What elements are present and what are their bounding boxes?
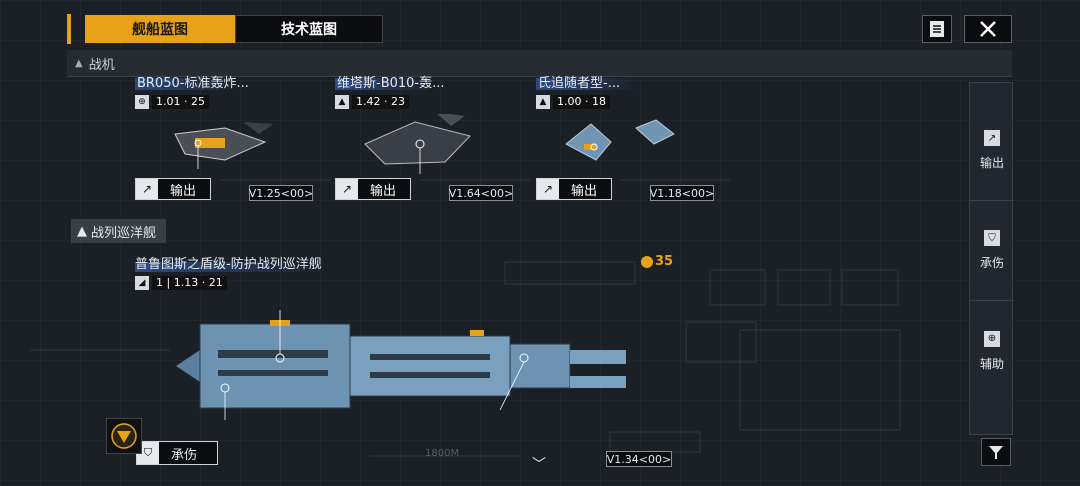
battlecruiser-name: 普鲁图斯之盾级-防护战列巡洋舰 — [135, 257, 322, 272]
version-sub: 23 — [391, 95, 405, 108]
version-row: ▲ 1.42 · 23 — [335, 94, 409, 110]
close-icon — [980, 21, 996, 37]
role-filter-panel: ↗ 输出 ⛉ 承伤 ⊕ 辅助 — [969, 82, 1014, 435]
shield-icon: ⛉ — [984, 230, 1000, 246]
blueprint-count: 35 — [641, 254, 673, 269]
arrow-diagonal-icon: ↗ — [537, 179, 559, 199]
role-label: 输出 — [571, 183, 598, 199]
fighter-name: 氏追随者型-... — [538, 76, 621, 91]
support-icon: ⊕ — [984, 330, 1000, 347]
tab-tech-blueprint[interactable]: 技术蓝图 — [235, 15, 383, 43]
fighter-class-icon: ▲ — [335, 95, 349, 109]
quick-action-button[interactable] — [106, 418, 142, 454]
section-title-fighters: 战机 — [88, 57, 115, 73]
role-button-output[interactable]: ↗ 输出 — [335, 178, 411, 200]
count-value: 35 — [655, 254, 674, 269]
fighter-card[interactable]: 维塔斯-B010-轰... ▲ 1.42 · 23 ↗ 输出 V1.64<00> — [335, 72, 515, 206]
version-prefix: 1 — [156, 276, 163, 289]
filter-tank[interactable]: ⛉ 承伤 — [970, 201, 1014, 301]
document-icon — [930, 21, 944, 37]
role-label: 输出 — [370, 183, 397, 199]
battlecruiser-version-row: ◢ 1 | 1.13 · 21 — [135, 276, 227, 290]
top-bar: 舰船蓝图 技术蓝图 — [67, 14, 1012, 44]
version-sub: 25 — [191, 95, 205, 108]
filter-icon — [989, 446, 1003, 459]
bomber-ship-image — [364, 114, 471, 174]
document-button[interactable] — [922, 15, 952, 43]
version-tag: V1.25<00> — [248, 185, 314, 201]
version-number: 1.01 — [156, 95, 181, 108]
battlecruiser-class-icon: ◢ — [135, 276, 149, 290]
battlecruiser-category-icon: ▲ — [77, 223, 87, 239]
triangle-badge-icon — [111, 423, 137, 449]
battlecruiser-ship-image[interactable] — [170, 310, 640, 420]
range-label: 1800M — [425, 448, 460, 459]
arrow-diagonal-icon: ↗ — [336, 179, 358, 199]
role-label: 承伤 — [171, 447, 198, 463]
follower-ship-image — [565, 119, 675, 161]
blueprint-token-icon — [641, 255, 653, 268]
role-button-output[interactable]: ↗ 输出 — [536, 178, 612, 200]
version-row: ▲ 1.00 · 18 — [536, 94, 610, 110]
version-row: ⊕ 1.01 · 25 — [135, 94, 209, 110]
version-number: 1.00 — [557, 95, 582, 108]
version-number: 1.13 — [173, 276, 199, 289]
fighter-card[interactable]: BR050-标准轰炸... ⊕ 1.01 · 25 ↗ 输出 V1.25<00> — [135, 72, 315, 206]
bomber-ship-image — [174, 122, 273, 169]
tab-accent — [67, 14, 71, 44]
fighter-name: BR050-标准轰炸... — [137, 76, 249, 91]
version-tag: V1.18<00> — [649, 185, 715, 201]
fighter-category-icon: ▲ — [75, 57, 83, 69]
fighter-name: 维塔斯-B010-轰... — [337, 76, 445, 91]
role-button-tank[interactable]: ⛉ 承伤 — [136, 441, 218, 465]
version-sub: 18 — [592, 95, 606, 108]
chevron-down-icon[interactable]: ﹀ — [532, 454, 546, 474]
filter-label: 承伤 — [979, 256, 1004, 270]
filter-support[interactable]: ⊕ 辅助 — [970, 301, 1014, 401]
filter-label: 输出 — [979, 156, 1004, 170]
close-button[interactable] — [964, 15, 1012, 43]
arrow-diagonal-icon: ↗ — [136, 179, 158, 199]
role-button-output[interactable]: ↗ 输出 — [135, 178, 211, 200]
version-number: 1.42 — [356, 95, 381, 108]
role-label: 输出 — [170, 183, 197, 199]
tab-ship-blueprint[interactable]: 舰船蓝图 — [85, 15, 235, 43]
fighter-card[interactable]: 氏追随者型-... ▲ 1.00 · 18 ↗ 输出 V1.18<00> — [536, 72, 716, 206]
filter-label: 辅助 — [979, 356, 1004, 371]
section-header-battlecruisers: ▲ 战列巡洋舰 — [71, 219, 167, 243]
filter-output[interactable]: ↗ 输出 — [970, 101, 1014, 201]
version-tag: V1.34<00> — [606, 451, 672, 467]
filter-button[interactable] — [981, 438, 1011, 466]
section-title-battlecruisers: 战列巡洋舰 — [91, 225, 157, 241]
version-sub: 21 — [208, 276, 223, 289]
fighter-class-icon: ▲ — [536, 95, 550, 109]
globe-icon: ⊕ — [135, 95, 149, 109]
arrow-diagonal-icon: ↗ — [984, 130, 1000, 146]
version-tag: V1.64<00> — [448, 185, 514, 201]
